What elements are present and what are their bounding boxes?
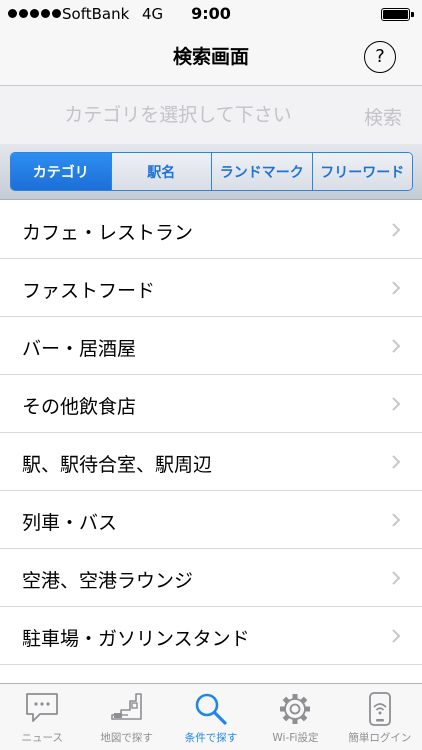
chevron-right-icon	[392, 455, 401, 469]
chevron-right-icon	[392, 513, 401, 527]
tab-label: 地図で探す	[100, 732, 153, 744]
tab-label: 簡単ログイン	[348, 732, 412, 744]
chevron-right-icon	[392, 397, 401, 411]
list-item[interactable]: カフェ・レストラン	[0, 201, 422, 259]
segment-station[interactable]: 駅名	[110, 153, 211, 190]
tab-map[interactable]: 地図で探す	[84, 684, 168, 750]
magnifier-icon	[195, 693, 227, 725]
chevron-right-icon	[392, 223, 401, 237]
list-item[interactable]: 列車・バス	[0, 491, 422, 549]
status-bar: SoftBank 4G 9:00	[0, 0, 422, 28]
tab-news[interactable]: ニュース	[0, 684, 84, 750]
list-item-label: ファストフード	[22, 280, 156, 302]
category-list: カフェ・レストラン ファストフード バー・居酒屋 その他飲食店 駅、駅待合室、駅…	[0, 201, 422, 665]
list-item-label: 空港、空港ラウンジ	[22, 570, 194, 592]
list-item-label: カフェ・レストラン	[22, 222, 194, 244]
tab-wifi-settings[interactable]: Wi-Fi設定	[253, 684, 337, 750]
search-input[interactable]	[0, 86, 356, 144]
list-item-label: バー・居酒屋	[22, 338, 137, 360]
tab-easy-login[interactable]: 簡単ログイン	[338, 684, 422, 750]
tab-label: 条件で探す	[184, 732, 238, 744]
list-item[interactable]: その他飲食店	[0, 375, 422, 433]
segment-category[interactable]: カテゴリ	[11, 153, 111, 190]
phone-wifi-icon	[368, 692, 391, 726]
list-item-label: その他飲食店	[22, 396, 137, 418]
help-button[interactable]: ?	[364, 41, 396, 73]
segmented-control-bar: カテゴリ 駅名 ランドマーク フリーワード	[0, 144, 422, 200]
tab-label: Wi-Fi設定	[272, 732, 319, 744]
list-item[interactable]: 駅、駅待合室、駅周辺	[0, 433, 422, 491]
list-item[interactable]: 駐車場・ガソリンスタンド	[0, 607, 422, 665]
tab-label: ニュース	[21, 732, 63, 744]
chevron-right-icon	[392, 339, 401, 353]
list-item-label: 駅、駅待合室、駅周辺	[22, 454, 213, 476]
search-mode-segmented-control: カテゴリ 駅名 ランドマーク フリーワード	[10, 152, 413, 191]
search-bar: 検索	[0, 86, 422, 144]
list-item-label: 列車・バス	[22, 512, 118, 534]
segment-landmark[interactable]: ランドマーク	[211, 153, 312, 190]
status-time: 9:00	[191, 4, 231, 23]
map-icon	[110, 693, 142, 720]
navigation-bar: 検索画面 ?	[0, 28, 422, 86]
chevron-right-icon	[392, 281, 401, 295]
list-item[interactable]: ファストフード	[0, 259, 422, 317]
list-item[interactable]: バー・居酒屋	[0, 317, 422, 375]
tab-condition-search[interactable]: 条件で探す	[169, 684, 253, 750]
tab-bar: ニュース 地図で探す 条件で探す Wi-Fi設定 簡単ログイン	[0, 683, 422, 750]
speech-bubble-icon	[26, 693, 59, 722]
battery-icon	[381, 8, 414, 21]
search-button[interactable]: 検索	[364, 103, 402, 130]
chevron-right-icon	[392, 571, 401, 585]
chevron-right-icon	[392, 629, 401, 643]
list-item-label: 駐車場・ガソリンスタンド	[22, 628, 250, 650]
list-item[interactable]: 空港、空港ラウンジ	[0, 549, 422, 607]
gear-icon	[280, 694, 311, 724]
page-title: 検索画面	[172, 46, 249, 68]
segment-freeword[interactable]: フリーワード	[311, 153, 412, 190]
